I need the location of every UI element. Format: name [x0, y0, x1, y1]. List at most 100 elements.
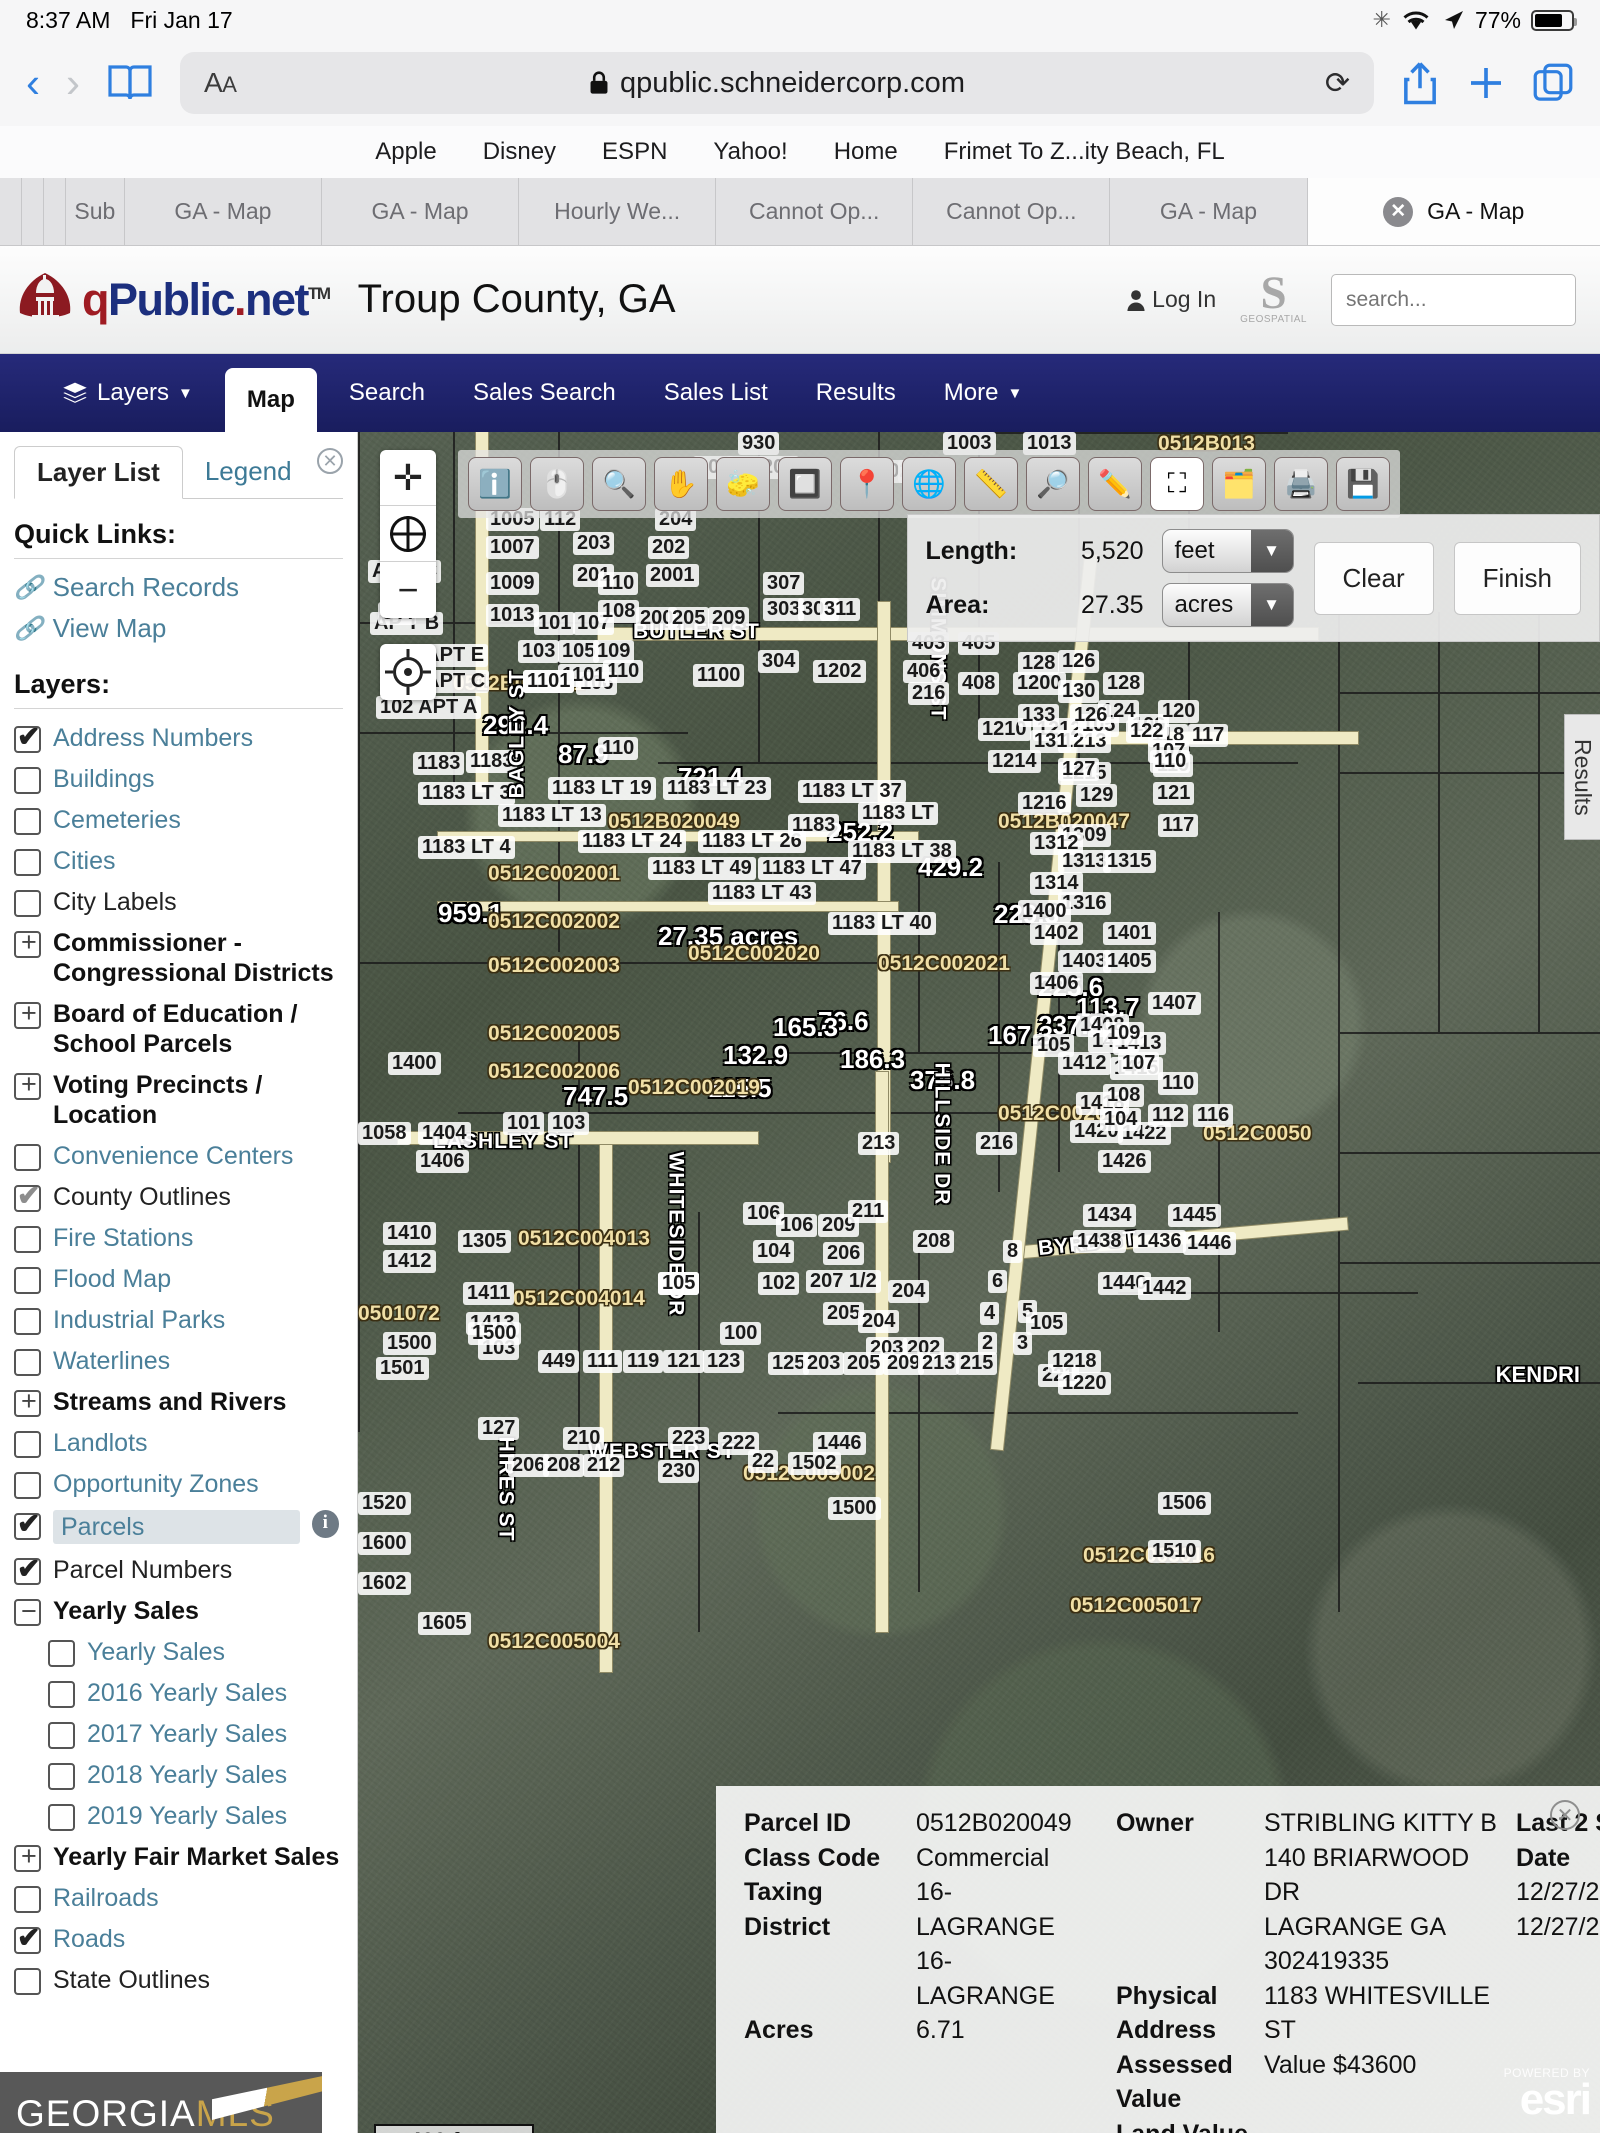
nav-sales-list[interactable]: Sales List [642, 354, 790, 432]
new-tab-icon[interactable] [1466, 63, 1506, 103]
login-button[interactable]: Log In [1126, 286, 1216, 313]
map-viewport[interactable]: ✛ − ℹ️ 🖱️ 🔍 ✋ 🧽 🔲 📍 🌐 📏 🔎 ✏️ ⛶ 🗂️ 🖨️ 💾 [358, 432, 1600, 2133]
bookmark-disney[interactable]: Disney [483, 138, 556, 166]
layer-item-commissioner-congressional-districts[interactable]: Commissioner - Congressional Districts [0, 922, 357, 993]
measurement-panel[interactable]: Length: 5,520 feet ▼ Area: 27.35 acres ▼ [907, 514, 1600, 642]
expand-icon[interactable] [14, 1073, 41, 1100]
reload-icon[interactable]: ⟳ [1325, 66, 1350, 101]
checkbox[interactable] [48, 1763, 75, 1790]
print-icon[interactable]: 🖨️ [1274, 457, 1328, 511]
layer-item-cemeteries[interactable]: Cemeteries [0, 799, 357, 840]
erase-icon[interactable]: 🧽 [716, 457, 770, 511]
collapse-icon[interactable] [14, 1599, 41, 1626]
browser-tab[interactable]: Sub [66, 178, 125, 245]
identify-icon[interactable]: ℹ️ [468, 457, 522, 511]
pan-icon[interactable]: ✋ [654, 457, 708, 511]
layer-item-industrial-parks[interactable]: Industrial Parks [0, 1299, 357, 1340]
checkbox[interactable] [14, 1472, 41, 1499]
browser-tab[interactable] [44, 178, 66, 245]
checkbox[interactable] [14, 1144, 41, 1171]
layer-item-2018-yearly-sales[interactable]: 2018 Yearly Sales [0, 1754, 357, 1795]
nav-layers[interactable]: Layers ▼ [40, 354, 215, 432]
checkbox[interactable] [14, 808, 41, 835]
layer-item-voting-precincts-location[interactable]: Voting Precincts / Location [0, 1064, 357, 1135]
site-logo-text[interactable]: qPublic.netTM [82, 274, 330, 326]
locate-button[interactable] [380, 644, 436, 700]
save-icon[interactable]: 💾 [1336, 457, 1390, 511]
checkbox[interactable] [48, 1804, 75, 1831]
checkbox[interactable] [14, 1886, 41, 1913]
layer-item-2016-yearly-sales[interactable]: 2016 Yearly Sales [0, 1672, 357, 1713]
measure-icon[interactable]: 📏 [964, 457, 1018, 511]
nav-map[interactable]: Map [225, 368, 317, 432]
marker-icon[interactable]: 📍 [840, 457, 894, 511]
browser-tab[interactable]: GA - Map [1110, 178, 1307, 245]
browser-tab[interactable]: Cannot Op... [913, 178, 1110, 245]
bookmark-yahoo[interactable]: Yahoo! [713, 138, 787, 166]
checkbox[interactable] [14, 890, 41, 917]
checkbox[interactable] [14, 1349, 41, 1376]
zoom-controls[interactable]: ✛ − [380, 450, 436, 618]
text-size-button[interactable]: AA [204, 67, 236, 99]
layer-item-fire-stations[interactable]: Fire Stations [0, 1217, 357, 1258]
buffer-icon[interactable]: 🌐 [902, 457, 956, 511]
layer-item-parcel-numbers[interactable]: Parcel Numbers [0, 1549, 357, 1590]
layer-item-landlots[interactable]: Landlots [0, 1422, 357, 1463]
nav-search[interactable]: Search [327, 354, 447, 432]
layer-item-address-numbers[interactable]: Address Numbers [0, 717, 357, 758]
checkbox[interactable] [48, 1722, 75, 1749]
nav-more[interactable]: More ▼ [922, 354, 1045, 432]
area-unit-select[interactable]: acres ▼ [1162, 583, 1294, 627]
browser-tab[interactable]: GA - Map [125, 178, 322, 245]
expand-icon[interactable] [14, 1002, 41, 1029]
bookmark-apple[interactable]: Apple [375, 138, 436, 166]
close-icon[interactable]: ✕ [1383, 197, 1413, 227]
layer-item-buildings[interactable]: Buildings [0, 758, 357, 799]
share-icon[interactable] [1400, 60, 1440, 106]
checkbox[interactable] [14, 1185, 41, 1212]
draw-icon[interactable]: ✏️ [1088, 457, 1142, 511]
nav-results[interactable]: Results [794, 354, 918, 432]
zoom-in-button[interactable]: ✛ [380, 450, 436, 506]
map-tool-palette[interactable]: ℹ️ 🖱️ 🔍 ✋ 🧽 🔲 📍 🌐 📏 🔎 ✏️ ⛶ 🗂️ 🖨️ 💾 [458, 450, 1400, 518]
checkbox[interactable] [14, 1431, 41, 1458]
results-side-tab[interactable]: Results [1564, 714, 1600, 840]
zoom-xy-icon[interactable]: 🔎 [1026, 457, 1080, 511]
tab-layer-list[interactable]: Layer List [14, 446, 183, 499]
layer-item-convenience-centers[interactable]: Convenience Centers [0, 1135, 357, 1176]
bookmark-frimet[interactable]: Frimet To Z...ity Beach, FL [944, 138, 1225, 166]
browser-tab[interactable]: Hourly We... [519, 178, 716, 245]
close-icon[interactable]: ✕ [317, 448, 343, 474]
length-unit-select[interactable]: feet ▼ [1162, 529, 1294, 573]
qpublic-logo-icon[interactable] [14, 269, 76, 331]
browser-tab[interactable] [22, 178, 44, 245]
layer-item-roads[interactable]: Roads [0, 1918, 357, 1959]
layer-item-opportunity-zones[interactable]: Opportunity Zones [0, 1463, 357, 1504]
expand-icon[interactable] [14, 1845, 41, 1872]
schneider-logo[interactable]: S GEOSPATIAL [1240, 274, 1307, 325]
layer-item-yearly-fair-market-sales[interactable]: Yearly Fair Market Sales [0, 1836, 357, 1877]
layer-item-2017-yearly-sales[interactable]: 2017 Yearly Sales [0, 1713, 357, 1754]
bookmark-espn[interactable]: ESPN [602, 138, 667, 166]
layer-item-streams-and-rivers[interactable]: Streams and Rivers [0, 1381, 357, 1422]
forward-button[interactable]: › [66, 62, 80, 104]
browser-tab[interactable]: GA - Map [322, 178, 519, 245]
layer-item-state-outlines[interactable]: State Outlines [0, 1959, 357, 2000]
close-icon[interactable]: ✕ [1550, 1800, 1580, 1830]
layer-item-parcels[interactable]: Parcelsi [0, 1504, 357, 1549]
layer-item-2019-yearly-sales[interactable]: 2019 Yearly Sales [0, 1795, 357, 1836]
layer-item-flood-map[interactable]: Flood Map [0, 1258, 357, 1299]
checkbox[interactable] [14, 767, 41, 794]
tab-overview-icon[interactable] [1532, 62, 1574, 104]
checkbox[interactable] [14, 1226, 41, 1253]
checkbox[interactable] [14, 1927, 41, 1954]
layer-item-railroads[interactable]: Railroads [0, 1877, 357, 1918]
layer-item-board-of-education-school-parcels[interactable]: Board of Education / School Parcels [0, 993, 357, 1064]
bookmark-home[interactable]: Home [834, 138, 898, 166]
clear-button[interactable]: Clear [1314, 542, 1434, 615]
full-extent-icon[interactable]: ⛶ [1150, 457, 1204, 511]
browser-tab[interactable] [0, 178, 22, 245]
add-feature-icon[interactable]: 🔲 [778, 457, 832, 511]
default-extent-button[interactable] [380, 506, 436, 562]
back-button[interactable]: ‹ [26, 62, 40, 104]
